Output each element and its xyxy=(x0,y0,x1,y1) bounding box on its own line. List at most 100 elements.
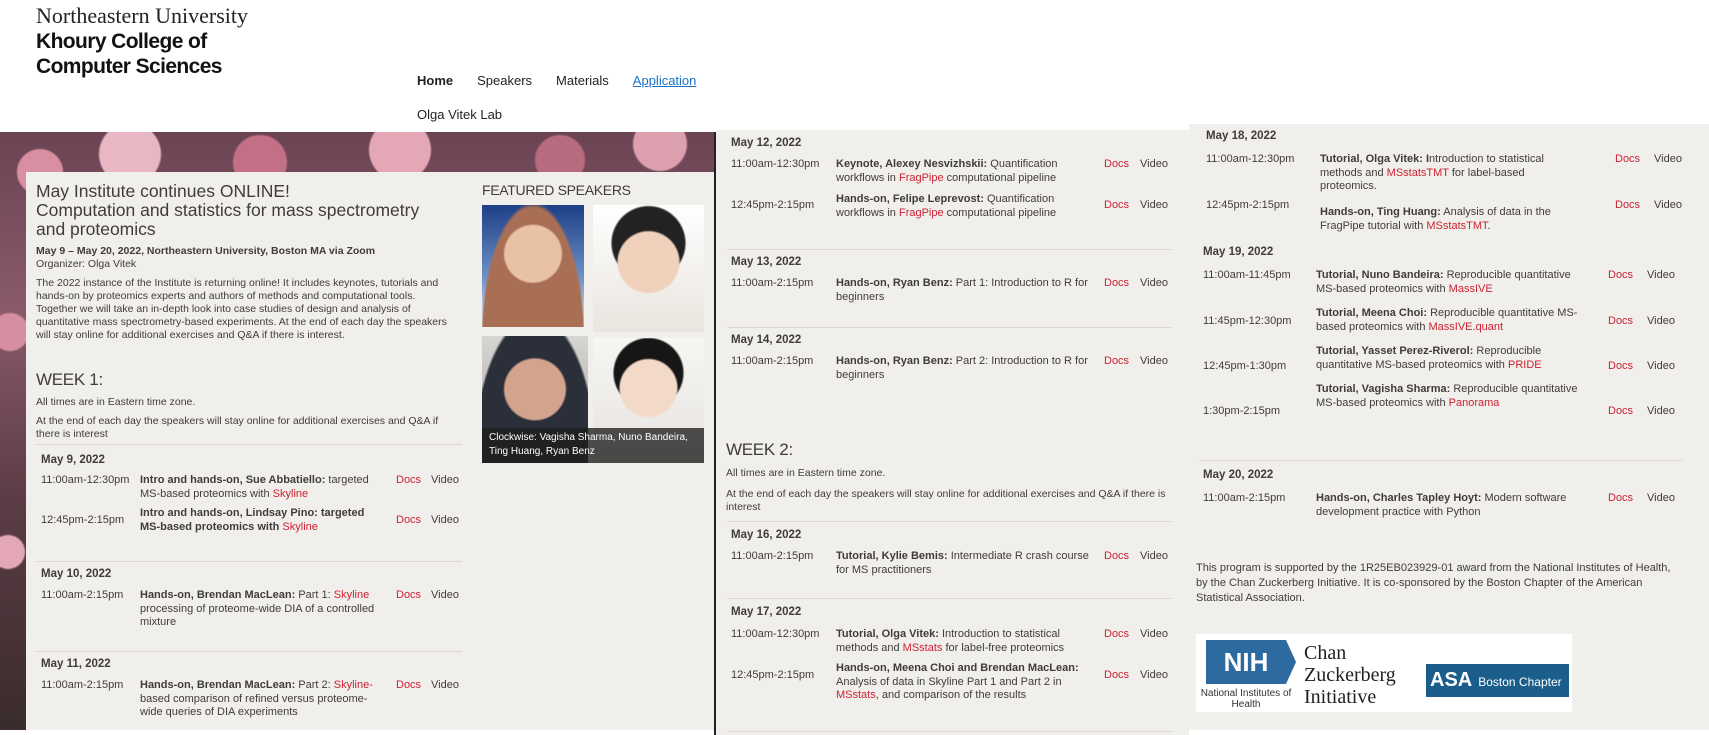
docs-link[interactable]: Docs xyxy=(1104,550,1129,562)
tool-link[interactable]: Skyline- xyxy=(334,679,373,691)
tool-link[interactable]: MSstats xyxy=(903,642,943,654)
docs-link[interactable]: Docs xyxy=(1104,158,1129,170)
docs-link[interactable]: Docs xyxy=(1104,628,1129,640)
sponsor-logos: NIH National Institutes of Health Chan Z… xyxy=(1196,634,1572,712)
tool-link[interactable]: Skyline xyxy=(282,521,317,533)
session-desc: Tutorial, Meena Choi: Reproducible quant… xyxy=(1316,307,1591,334)
session-text: Part 1: xyxy=(295,589,334,601)
video-link[interactable]: Video xyxy=(431,514,459,526)
nih-logo[interactable]: NIH xyxy=(1206,640,1296,684)
tool-link[interactable]: MSstatsTMT xyxy=(1387,167,1449,179)
video-link[interactable]: Video xyxy=(1647,492,1675,504)
tool-link[interactable]: PRIDE xyxy=(1508,359,1542,371)
nav-home[interactable]: Home xyxy=(417,73,453,88)
docs-link[interactable]: Docs xyxy=(1608,405,1633,417)
docs-link[interactable]: Docs xyxy=(396,589,421,601)
speaker-photo[interactable] xyxy=(593,205,704,332)
main-nav: Home Speakers Materials Application xyxy=(417,73,720,88)
docs-link[interactable]: Docs xyxy=(1608,315,1633,327)
divider xyxy=(727,731,1172,732)
intro-organizer: Organizer: Olga Vitek xyxy=(36,258,137,270)
session-lead: Tutorial, Olga Vitek: I xyxy=(1320,153,1430,165)
divider xyxy=(727,249,1172,250)
day-heading: May 12, 2022 xyxy=(731,137,802,149)
czi-logo[interactable]: Chan Zuckerberg Initiative xyxy=(1304,642,1396,708)
docs-link[interactable]: Docs xyxy=(396,679,421,691)
intro-title: May Institute continues ONLINE! Computat… xyxy=(36,182,456,239)
day-heading: May 16, 2022 xyxy=(731,529,802,541)
video-link[interactable]: Video xyxy=(1140,199,1168,211)
session-desc: Intro and hands-on, Sue Abbatiello: targ… xyxy=(140,474,385,501)
session-desc: Tutorial, Yasset Perez-Riverol: Reproduc… xyxy=(1316,345,1586,372)
tool-link[interactable]: MassIVE xyxy=(1449,283,1493,295)
video-link[interactable]: Video xyxy=(1140,355,1168,367)
session-tail: for label-free proteomics xyxy=(942,641,1065,654)
video-link[interactable]: Video xyxy=(1647,269,1675,281)
video-link[interactable]: Video xyxy=(1647,315,1675,327)
tool-link[interactable]: FragPipe xyxy=(899,172,944,184)
brand-college[interactable]: Khoury College of Computer Sciences xyxy=(36,29,222,79)
nav-materials[interactable]: Materials xyxy=(556,73,609,88)
video-link[interactable]: Video xyxy=(1140,158,1168,170)
docs-link[interactable]: Docs xyxy=(1104,355,1129,367)
video-link[interactable]: Video xyxy=(1140,277,1168,289)
day-heading: May 14, 2022 xyxy=(731,334,802,346)
week1-title: WEEK 1: xyxy=(36,370,103,389)
tool-link[interactable]: Panorama xyxy=(1449,397,1500,409)
asa-chapter: Boston Chapter xyxy=(1478,675,1562,689)
docs-link[interactable]: Docs xyxy=(1615,153,1640,165)
docs-link[interactable]: Docs xyxy=(1608,360,1633,372)
czi-logo-line: Zuckerberg xyxy=(1304,664,1396,686)
nav-speakers[interactable]: Speakers xyxy=(477,73,532,88)
czi-logo-line: Chan xyxy=(1304,642,1347,664)
video-link[interactable]: Video xyxy=(431,679,459,691)
video-link[interactable]: Video xyxy=(1647,405,1675,417)
video-link[interactable]: Video xyxy=(431,589,459,601)
docs-link[interactable]: Docs xyxy=(1104,199,1129,211)
docs-link[interactable]: Docs xyxy=(1104,277,1129,289)
docs-link[interactable]: Docs xyxy=(1608,492,1633,504)
session-desc: Hands-on, Brendan MacLean: Part 2: Skyli… xyxy=(140,679,385,720)
docs-link[interactable]: Docs xyxy=(1615,199,1640,211)
day-heading: May 20, 2022 xyxy=(1203,469,1274,481)
speaker-photo[interactable] xyxy=(482,205,584,327)
divider xyxy=(36,561,462,562)
video-link[interactable]: Video xyxy=(1647,360,1675,372)
tool-link[interactable]: FragPipe xyxy=(899,207,944,219)
video-link[interactable]: Video xyxy=(1654,199,1682,211)
session-lead: Hands-on, Charles Tapley Hoyt: xyxy=(1316,492,1482,504)
session-time: 11:00am-2:15pm xyxy=(41,679,124,691)
session-desc: Hands-on, Ryan Benz: Part 1: Introductio… xyxy=(836,277,1091,304)
session-time: 11:00am-2:15pm xyxy=(731,277,814,289)
intro-description: The 2022 instance of the Institute is re… xyxy=(36,277,447,341)
video-link[interactable]: Video xyxy=(431,474,459,486)
brand-college-line: Computer Sciences xyxy=(36,55,222,78)
intro-dates: May 9 – May 20, 2022, Northeastern Unive… xyxy=(36,245,376,257)
tool-link[interactable]: MSstats xyxy=(836,689,876,701)
video-link[interactable]: Video xyxy=(1654,153,1682,165)
session-tail: processing of proteome-wide DIA of a con… xyxy=(140,602,375,629)
session-time: 12:45pm-2:15pm xyxy=(41,514,125,526)
tool-link[interactable]: Skyline xyxy=(273,488,308,500)
nav-lab[interactable]: Olga Vitek Lab xyxy=(417,107,502,122)
nav-application[interactable]: Application xyxy=(633,73,697,88)
session-text: Part 2: xyxy=(295,679,334,691)
docs-link[interactable]: Docs xyxy=(1608,269,1633,281)
day-heading: May 17, 2022 xyxy=(731,606,802,618)
czi-logo-line: Initiative xyxy=(1304,686,1377,708)
video-link[interactable]: Video xyxy=(1140,550,1168,562)
video-link[interactable]: Video xyxy=(1140,628,1168,640)
asa-logo[interactable]: ASA Boston Chapter xyxy=(1426,664,1569,697)
day-heading: May 19, 2022 xyxy=(1203,246,1274,258)
docs-link[interactable]: Docs xyxy=(396,474,421,486)
docs-link[interactable]: Docs xyxy=(1104,669,1129,681)
day-heading: May 13, 2022 xyxy=(731,256,802,268)
video-link[interactable]: Video xyxy=(1140,669,1168,681)
tool-link[interactable]: MassIVE.quant xyxy=(1429,321,1504,333)
docs-link[interactable]: Docs xyxy=(396,514,421,526)
intro-title-line: Computation and statistics for mass spec… xyxy=(36,200,420,220)
tool-link[interactable]: MSstatsTMT xyxy=(1426,220,1487,232)
brand-university[interactable]: Northeastern University xyxy=(36,3,248,29)
tool-link[interactable]: Skyline xyxy=(334,589,369,601)
nih-logo-caption: National Institutes of Health xyxy=(1200,688,1292,710)
